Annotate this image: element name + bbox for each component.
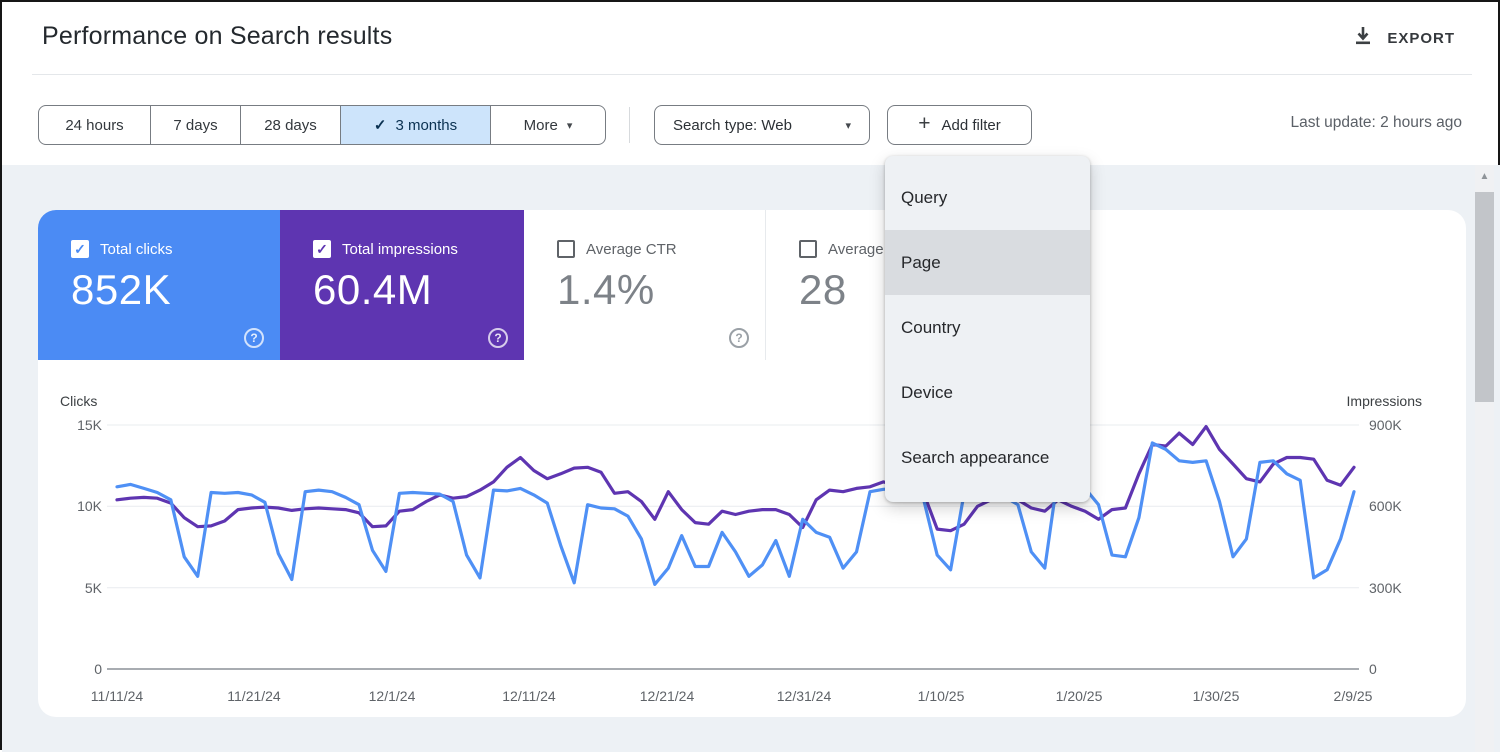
metric-label: Average CTR [586,241,677,258]
right-axis-title: Impressions [1302,393,1422,409]
chevron-down-icon: ▾ [845,119,851,132]
metric-label: Total impressions [342,241,458,258]
checkbox-total-impressions[interactable]: ✓ [313,240,331,258]
scrollbar-thumb[interactable] [1475,192,1494,402]
checkbox-average-ctr[interactable] [557,240,575,258]
left-tick: 0 [42,660,102,678]
left-tick: 15K [42,416,102,434]
search-console-performance-page: { "header": { "title": "Performance on S… [0,0,1500,750]
scrollbar-up-icon[interactable]: ▲ [1475,171,1494,182]
last-update-text: Last update: 2 hours ago [1291,114,1463,132]
tab-28-days[interactable]: 28 days [240,106,340,144]
help-icon[interactable]: ? [729,328,749,348]
dropdown-item-device[interactable]: Device [885,360,1090,425]
dropdown-item-country[interactable]: Country [885,295,1090,360]
left-axis-title: Clicks [60,393,97,409]
metric-value: 1.4% [557,266,655,314]
download-icon [1353,26,1373,51]
plus-icon: + [918,112,930,136]
add-filter-button[interactable]: + Add filter [887,105,1032,145]
help-icon[interactable]: ? [244,328,264,348]
right-tick: 300K [1369,579,1429,597]
x-tick: 12/21/24 [640,687,695,705]
tab-3-months[interactable]: ✓ 3 months [340,106,490,144]
export-label: EXPORT [1387,30,1455,47]
tab-24-hours[interactable]: 24 hours [39,106,150,144]
help-icon[interactable]: ? [488,328,508,348]
metric-value: 60.4M [313,266,432,314]
x-tick: 1/10/25 [918,687,965,705]
add-filter-dropdown-menu: Query Page Country Device Search appeara… [885,156,1090,502]
x-tick: 11/11/24 [91,687,143,705]
checkbox-total-clicks[interactable]: ✓ [71,240,89,258]
dropdown-item-search-appearance[interactable]: Search appearance [885,425,1090,490]
performance-panel: ✓ Total clicks 852K ? ✓ Total impression… [38,210,1466,717]
dropdown-item-query[interactable]: Query [885,165,1090,230]
tab-more[interactable]: More ▾ [490,106,605,144]
metric-card-total-clicks[interactable]: ✓ Total clicks 852K ? [38,210,280,360]
export-button[interactable]: EXPORT [1353,26,1455,51]
right-tick: 900K [1369,416,1429,434]
x-tick: 12/11/24 [502,687,555,705]
scrollbar[interactable]: ▲ [1475,165,1494,752]
x-tick: 11/21/24 [227,687,280,705]
check-icon: ✓ [374,116,387,134]
chevron-down-icon: ▾ [567,119,573,132]
checkbox-average-position[interactable] [799,240,817,258]
page-title: Performance on Search results [42,22,392,51]
left-tick: 10K [42,497,102,515]
search-type-button[interactable]: Search type: Web ▾ [654,105,870,145]
right-tick: 0 [1369,660,1429,678]
x-tick: 1/20/25 [1056,687,1103,705]
date-range-tabs: 24 hours 7 days 28 days ✓ 3 months More … [38,105,606,145]
x-tick: 12/1/24 [369,687,416,705]
header-divider [32,74,1472,75]
left-tick: 5K [42,579,102,597]
filter-group-divider [629,107,630,143]
metric-value: 28 [799,266,847,314]
x-tick: 1/30/25 [1193,687,1240,705]
x-tick: 2/9/25 [1334,687,1373,705]
metric-label: Total clicks [100,241,173,258]
right-tick: 600K [1369,497,1429,515]
dropdown-item-page[interactable]: Page [885,230,1090,295]
metric-value: 852K [71,266,171,314]
metric-card-average-ctr[interactable]: Average CTR 1.4% ? [524,210,766,360]
tab-7-days[interactable]: 7 days [150,106,240,144]
x-tick: 12/31/24 [777,687,832,705]
metric-card-total-impressions[interactable]: ✓ Total impressions 60.4M ? [280,210,524,360]
